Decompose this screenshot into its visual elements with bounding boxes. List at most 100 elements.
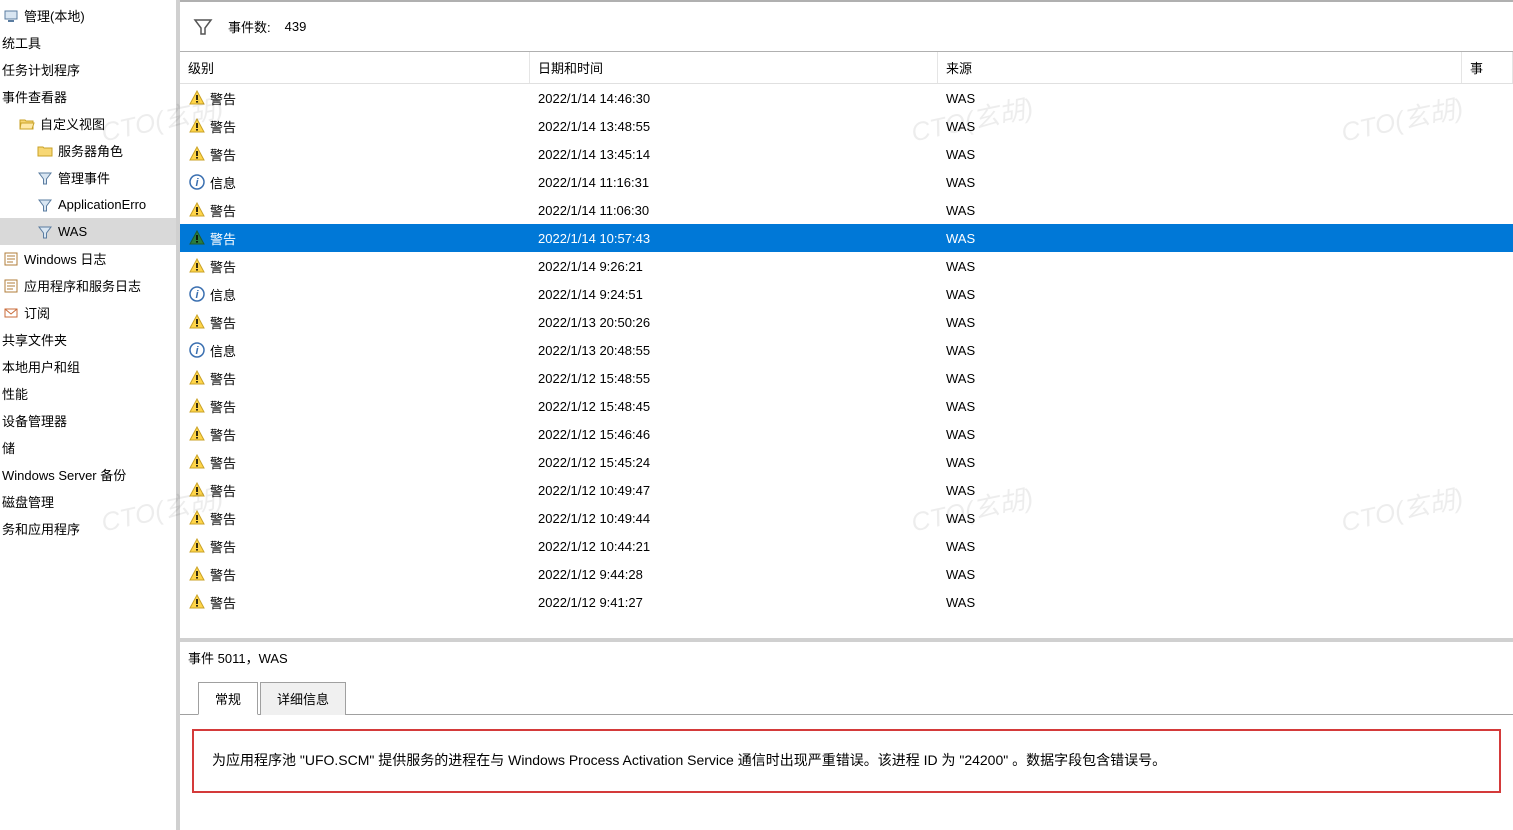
table-row[interactable]: 警告2022/1/12 15:48:45WAS <box>180 392 1513 420</box>
cell-level: 警告 <box>180 364 530 392</box>
cell-event <box>1462 140 1513 168</box>
table-row[interactable]: 警告2022/1/14 11:06:30WAS <box>180 196 1513 224</box>
column-header-date[interactable]: 日期和时间 <box>530 52 938 83</box>
tree-item[interactable]: 任务计划程序 <box>0 56 176 83</box>
tab-general[interactable]: 常规 <box>198 682 258 715</box>
table-row[interactable]: 警告2022/1/12 9:44:28WAS <box>180 560 1513 588</box>
table-row[interactable]: 警告2022/1/12 9:41:27WAS <box>180 588 1513 616</box>
level-text: 信息 <box>210 341 236 360</box>
tree-item-label: 共享文件夹 <box>2 330 67 349</box>
funnel-icon <box>192 16 214 38</box>
info-icon: i <box>188 173 206 191</box>
filter-icon <box>36 169 54 187</box>
folder-open-icon <box>18 115 36 133</box>
tree-item[interactable]: 磁盘管理 <box>0 488 176 515</box>
tree-item-label: 设备管理器 <box>2 411 67 430</box>
tree-item[interactable]: 务和应用程序 <box>0 515 176 542</box>
tree-item[interactable]: Windows 日志 <box>0 245 176 272</box>
level-text: 警告 <box>210 313 236 332</box>
tree-item[interactable]: Windows Server 备份 <box>0 461 176 488</box>
cell-date: 2022/1/13 20:50:26 <box>530 308 938 336</box>
cell-level: 警告 <box>180 504 530 532</box>
table-row[interactable]: 警告2022/1/12 15:46:46WAS <box>180 420 1513 448</box>
table-row[interactable]: 警告2022/1/12 15:48:55WAS <box>180 364 1513 392</box>
table-row[interactable]: 警告2022/1/14 14:46:30WAS <box>180 84 1513 112</box>
cell-source: WAS <box>938 476 1462 504</box>
tree-item[interactable]: WAS <box>0 218 176 245</box>
cell-source: WAS <box>938 112 1462 140</box>
sidebar-tree: 管理(本地) 统工具任务计划程序事件查看器自定义视图服务器角色管理事件 Applic… <box>0 0 180 830</box>
tree-item[interactable]: 储 <box>0 434 176 461</box>
tree-item-label: 服务器角色 <box>58 141 123 160</box>
table-row[interactable]: i信息2022/1/13 20:48:55WAS <box>180 336 1513 364</box>
level-text: 警告 <box>210 145 236 164</box>
tree-item[interactable]: 设备管理器 <box>0 407 176 434</box>
warning-icon <box>188 565 206 583</box>
tree-item[interactable]: 统工具 <box>0 29 176 56</box>
level-text: 警告 <box>210 481 236 500</box>
cell-source: WAS <box>938 420 1462 448</box>
tree-item[interactable]: 应用程序和服务日志 <box>0 272 176 299</box>
tree-item[interactable]: 订阅 <box>0 299 176 326</box>
column-header-level[interactable]: 级别 <box>180 52 530 83</box>
cell-event <box>1462 308 1513 336</box>
tree-item[interactable]: 本地用户和组 <box>0 353 176 380</box>
cell-date: 2022/1/12 15:45:24 <box>530 448 938 476</box>
table-row[interactable]: 警告2022/1/12 10:44:21WAS <box>180 532 1513 560</box>
level-text: 信息 <box>210 285 236 304</box>
subscription-icon <box>2 304 20 322</box>
level-text: 警告 <box>210 453 236 472</box>
column-header-event[interactable]: 事 <box>1462 52 1513 83</box>
level-text: 警告 <box>210 229 236 248</box>
tree-item[interactable]: 性能 <box>0 380 176 407</box>
tree-item-label: ApplicationErro <box>58 197 146 212</box>
cell-date: 2022/1/14 14:46:30 <box>530 84 938 112</box>
tree-item[interactable]: 管理事件 <box>0 164 176 191</box>
cell-event <box>1462 392 1513 420</box>
table-row[interactable]: i信息2022/1/14 9:24:51WAS <box>180 280 1513 308</box>
cell-level: 警告 <box>180 476 530 504</box>
tree-item[interactable]: 共享文件夹 <box>0 326 176 353</box>
table-row[interactable]: 警告2022/1/14 13:45:14WAS <box>180 140 1513 168</box>
warning-icon <box>188 369 206 387</box>
tree-item[interactable]: 管理(本地) <box>0 2 176 29</box>
cell-source: WAS <box>938 504 1462 532</box>
table-row[interactable]: 警告2022/1/12 10:49:44WAS <box>180 504 1513 532</box>
tree-item-label: Windows Server 备份 <box>2 465 126 484</box>
cell-event <box>1462 252 1513 280</box>
tab-details[interactable]: 详细信息 <box>260 682 346 715</box>
table-row[interactable]: 警告2022/1/14 10:57:43WAS <box>180 224 1513 252</box>
tree-item-label: 自定义视图 <box>40 114 105 133</box>
table-body: 警告2022/1/14 14:46:30WAS警告2022/1/14 13:48… <box>180 84 1513 616</box>
cell-date: 2022/1/12 15:46:46 <box>530 420 938 448</box>
detail-message: 为应用程序池 "UFO.SCM" 提供服务的进程在与 Windows Proce… <box>192 729 1501 793</box>
column-header-source[interactable]: 来源 <box>938 52 1462 83</box>
level-text: 警告 <box>210 89 236 108</box>
table-row[interactable]: i信息2022/1/14 11:16:31WAS <box>180 168 1513 196</box>
tree-item[interactable]: 事件查看器 <box>0 83 176 110</box>
tree-item-label: 储 <box>2 438 15 457</box>
cell-event <box>1462 476 1513 504</box>
cell-source: WAS <box>938 168 1462 196</box>
level-text: 信息 <box>210 173 236 192</box>
table-row[interactable]: 警告2022/1/12 15:45:24WAS <box>180 448 1513 476</box>
table-row[interactable]: 警告2022/1/14 9:26:21WAS <box>180 252 1513 280</box>
tree-item[interactable]: 自定义视图 <box>0 110 176 137</box>
tree-item-label: 管理(本地) <box>24 6 85 25</box>
cell-source: WAS <box>938 280 1462 308</box>
tree-item-label: 统工具 <box>2 33 41 52</box>
tree-item[interactable]: 服务器角色 <box>0 137 176 164</box>
warning-icon <box>188 229 206 247</box>
cell-level: i信息 <box>180 336 530 364</box>
cell-event <box>1462 420 1513 448</box>
tree-item-label: 事件查看器 <box>2 87 67 106</box>
table-row[interactable]: 警告2022/1/14 13:48:55WAS <box>180 112 1513 140</box>
warning-icon <box>188 397 206 415</box>
folder-icon <box>36 142 54 160</box>
table-row[interactable]: 警告2022/1/13 20:50:26WAS <box>180 308 1513 336</box>
warning-icon <box>188 593 206 611</box>
tree-item-label: 任务计划程序 <box>2 60 80 79</box>
table-row[interactable]: 警告2022/1/12 10:49:47WAS <box>180 476 1513 504</box>
cell-date: 2022/1/12 10:49:44 <box>530 504 938 532</box>
tree-item[interactable]: ApplicationErro <box>0 191 176 218</box>
